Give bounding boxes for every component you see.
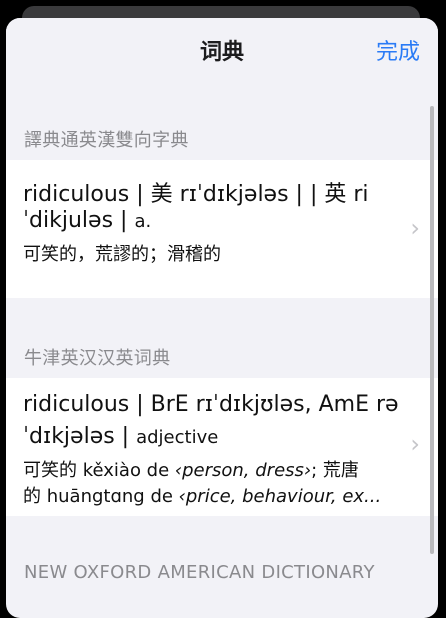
dictionary-entry-1[interactable]: ridiculous | 美 rɪˈdɪkjələs | | 英 ri ˈdik… — [6, 160, 438, 298]
scrollbar[interactable] — [430, 106, 434, 554]
entry-part-of-speech: a. — [134, 211, 152, 232]
section-header-2: 牛津英汉汉英词典 — [24, 348, 171, 369]
done-button[interactable]: 完成 — [376, 34, 420, 66]
chevron-right-icon: › — [410, 214, 420, 242]
entry-definition-line-2: 的 huāngtɑng de ‹price, behaviour, ex... — [23, 486, 382, 507]
entry-definition-line-1: 可笑的 kěxiào de ‹person, dress›; 荒唐 — [23, 460, 359, 481]
nav-bar: 词典 完成 — [6, 18, 438, 82]
section-header-3: NEW OXFORD AMERICAN DICTIONARY — [24, 562, 375, 583]
dictionary-entry-2[interactable]: ridiculous | BrE rɪˈdɪkjʊləs, AmE rə ˈdɪ… — [6, 378, 438, 516]
entry-pronunciation-line: ˈdɪkjələs | adjective — [23, 424, 218, 449]
entry-definition: 可笑的，荒謬的；滑稽的 — [23, 244, 221, 265]
entry-pronunciation: ˈdɪkjələs | — [23, 424, 137, 449]
dictionary-sheet: 词典 完成 譯典通英漢雙向字典 ridiculous | 美 rɪˈdɪkjəl… — [6, 18, 438, 618]
entry-pronunciation: ˈdikjuləs | — [23, 208, 135, 233]
entry-part-of-speech: adjective — [136, 427, 219, 448]
entry-headword-line: ridiculous | BrE rɪˈdɪkjʊləs, AmE rə — [23, 392, 399, 417]
entry-headword-line: ridiculous | 美 rɪˈdɪkjələs | | 英 ri — [23, 182, 369, 207]
nav-title: 词典 — [199, 40, 244, 65]
entry-pronunciation-line: ˈdikjuləs | a. — [23, 208, 151, 233]
chevron-right-icon: › — [410, 430, 420, 458]
section-header-1: 譯典通英漢雙向字典 — [24, 130, 189, 151]
